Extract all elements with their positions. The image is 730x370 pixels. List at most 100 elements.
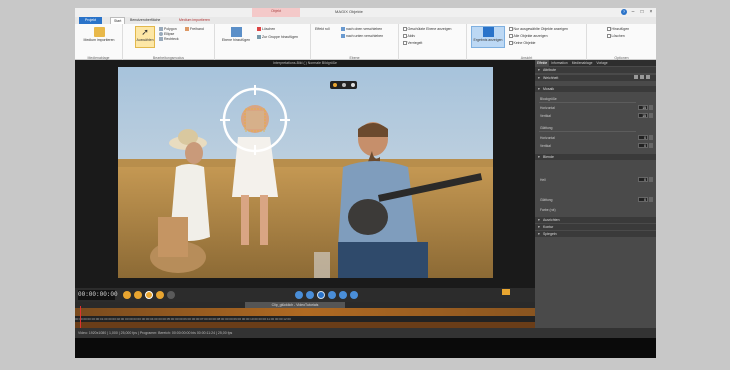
- freehand-icon: [185, 27, 189, 32]
- smoothing-vertical-value[interactable]: 0: [638, 143, 648, 148]
- close-icon[interactable]: ×: [648, 9, 654, 15]
- ribbon-group-import: Medium importieren Medienablage: [75, 24, 123, 60]
- tab-effekte[interactable]: Effekte: [535, 60, 550, 66]
- checkbox-add[interactable]: Hinzufügen: [607, 27, 629, 32]
- import-media-button[interactable]: Medium importieren: [77, 27, 121, 42]
- next-frame-button[interactable]: [156, 291, 164, 299]
- add-layer-button[interactable]: Ebene hinzufügen: [219, 27, 253, 42]
- checkbox-only-selected[interactable]: Nur ausgewählte Objekte anzeigen: [509, 27, 568, 32]
- tab-medium-importieren[interactable]: Medium importieren: [176, 17, 213, 24]
- minimize-icon[interactable]: –: [630, 9, 636, 15]
- section-attributes[interactable]: Attribute: [535, 67, 656, 73]
- label-smoothing-vertical: Vertikal: [540, 144, 551, 148]
- move-down-button[interactable]: nach unten verschieben: [341, 34, 383, 39]
- reset-icon[interactable]: [646, 75, 650, 79]
- add-to-group-button[interactable]: Zur Gruppe hinzufügen: [257, 35, 298, 40]
- vertical-spinner[interactable]: [649, 113, 653, 118]
- record-icon[interactable]: [332, 83, 337, 87]
- smoothing-vertical-spinner[interactable]: [649, 143, 653, 148]
- properties-panel: Effekte Information Medienablage Vorlage…: [535, 60, 656, 328]
- brightness-value[interactable]: 0: [638, 177, 648, 182]
- freehand-tool[interactable]: Freihand: [185, 27, 204, 32]
- options-icon[interactable]: [350, 83, 355, 87]
- arrow-up-icon: [341, 27, 345, 32]
- tab-projekt[interactable]: Projekt: [79, 17, 102, 24]
- effect-roll-button[interactable]: Effekt roll: [315, 27, 330, 32]
- brightness-spinner[interactable]: [649, 177, 653, 182]
- ellipse-icon: [159, 32, 163, 37]
- tab-benutzeroberflaeche[interactable]: Benutzeroberfläche: [127, 17, 163, 24]
- cursor-icon: ➚: [141, 27, 149, 37]
- video-image: [118, 67, 493, 278]
- help-icon[interactable]: ?: [621, 9, 627, 15]
- label-smoothing: Glättung: [540, 126, 553, 130]
- context-tab-group: Objekt: [252, 8, 300, 17]
- timeline[interactable]: Clip_glücklich - VideoTutorials 00:00:00…: [75, 302, 535, 328]
- section-mosaic[interactable]: Mosaik: [535, 86, 656, 92]
- layer-add-icon: [230, 27, 242, 37]
- move-up-button[interactable]: nach oben verschieben: [341, 27, 382, 32]
- checkbox-no-objects[interactable]: Keine Objekte: [509, 41, 536, 46]
- step-back-button[interactable]: [306, 291, 314, 299]
- blend-smoothing-value[interactable]: 0: [638, 197, 648, 202]
- bottom-area: [75, 338, 656, 358]
- arrow-down-icon: [341, 34, 345, 39]
- ribbon-group-ansicht: Ergebnis anzeigen Nur ausgewählte Objekt…: [467, 24, 587, 60]
- rewind-button[interactable]: [295, 291, 303, 299]
- horizontal-spinner[interactable]: [649, 105, 653, 110]
- tab-medienablage[interactable]: Medienablage: [570, 60, 595, 66]
- ribbon-group-layer-options: Geschützte Ebene anzeigen Aktiv Verriege…: [399, 24, 467, 60]
- playhead[interactable]: [80, 306, 81, 328]
- blend-smoothing-spinner[interactable]: [649, 197, 653, 202]
- copy-icon[interactable]: [634, 75, 638, 79]
- divider: [539, 102, 636, 103]
- checkbox-protected-layer[interactable]: Geschützte Ebene anzeigen: [403, 27, 451, 32]
- record-button[interactable]: [145, 291, 153, 299]
- object-overlay-toolbar[interactable]: [330, 81, 357, 89]
- window-controls: ? – □ ×: [621, 9, 654, 15]
- smoothing-horizontal-value[interactable]: 0: [638, 135, 648, 140]
- select-tool-button[interactable]: ➚ Auswählen: [135, 26, 155, 48]
- checkbox-all-objects[interactable]: Alle Objekte anzeigen: [509, 34, 548, 39]
- checkbox-active[interactable]: Aktiv: [403, 34, 415, 39]
- maximize-icon[interactable]: □: [639, 9, 645, 15]
- step-forward-button[interactable]: [339, 291, 347, 299]
- section-blend[interactable]: Blende: [535, 154, 656, 160]
- smoothing-horizontal-spinner[interactable]: [649, 135, 653, 140]
- clip-track[interactable]: [75, 308, 535, 316]
- timeline-marker-icon[interactable]: [502, 289, 510, 295]
- video-frame[interactable]: [118, 67, 493, 278]
- label-color: Farbe (rot): [540, 208, 556, 212]
- divider: [539, 131, 636, 132]
- ribbon-group-layer: Ebene hinzufügen Löschen Zur Gruppe hinz…: [215, 24, 311, 60]
- label-horizontal: Horizontal: [540, 106, 555, 110]
- play-button[interactable]: [317, 291, 325, 299]
- title-bar: MAGIX Objekte Objekt ? – □ ×: [75, 8, 656, 17]
- monitor-icon: [482, 27, 494, 37]
- show-result-button[interactable]: Ergebnis anzeigen: [471, 26, 505, 48]
- timecode-display: 00:00:00:00: [78, 290, 118, 300]
- preview-monitor: Interpretations-Bild ( ) Normale Bildgrö…: [75, 60, 535, 288]
- tab-start[interactable]: Start: [110, 17, 126, 24]
- rectangle-tool[interactable]: Rechteck: [159, 37, 179, 42]
- checkbox-delete[interactable]: Löschen: [607, 34, 625, 39]
- section-mirror[interactable]: Spiegeln: [535, 231, 656, 237]
- go-to-start-button[interactable]: [123, 291, 131, 299]
- section-align[interactable]: Ausrichten: [535, 217, 656, 223]
- horizontal-value[interactable]: 15: [638, 105, 648, 110]
- fast-forward-button[interactable]: [350, 291, 358, 299]
- loop-button[interactable]: [167, 291, 175, 299]
- label-brightness: Hell: [540, 178, 546, 182]
- delete-button[interactable]: Löschen: [257, 27, 275, 32]
- tab-information[interactable]: Information: [549, 60, 570, 66]
- checkbox-locked[interactable]: Verriegelt: [403, 41, 422, 46]
- section-contour[interactable]: Kontur: [535, 224, 656, 230]
- vertical-value[interactable]: 15: [638, 113, 648, 118]
- section-icons: [634, 75, 652, 80]
- pause-button[interactable]: [328, 291, 336, 299]
- tab-vorlage[interactable]: Vorlage: [594, 60, 609, 66]
- paste-icon[interactable]: [640, 75, 644, 79]
- stop-icon[interactable]: [341, 83, 346, 87]
- previous-frame-button[interactable]: [134, 291, 142, 299]
- label-vertical: Vertikal: [540, 114, 551, 118]
